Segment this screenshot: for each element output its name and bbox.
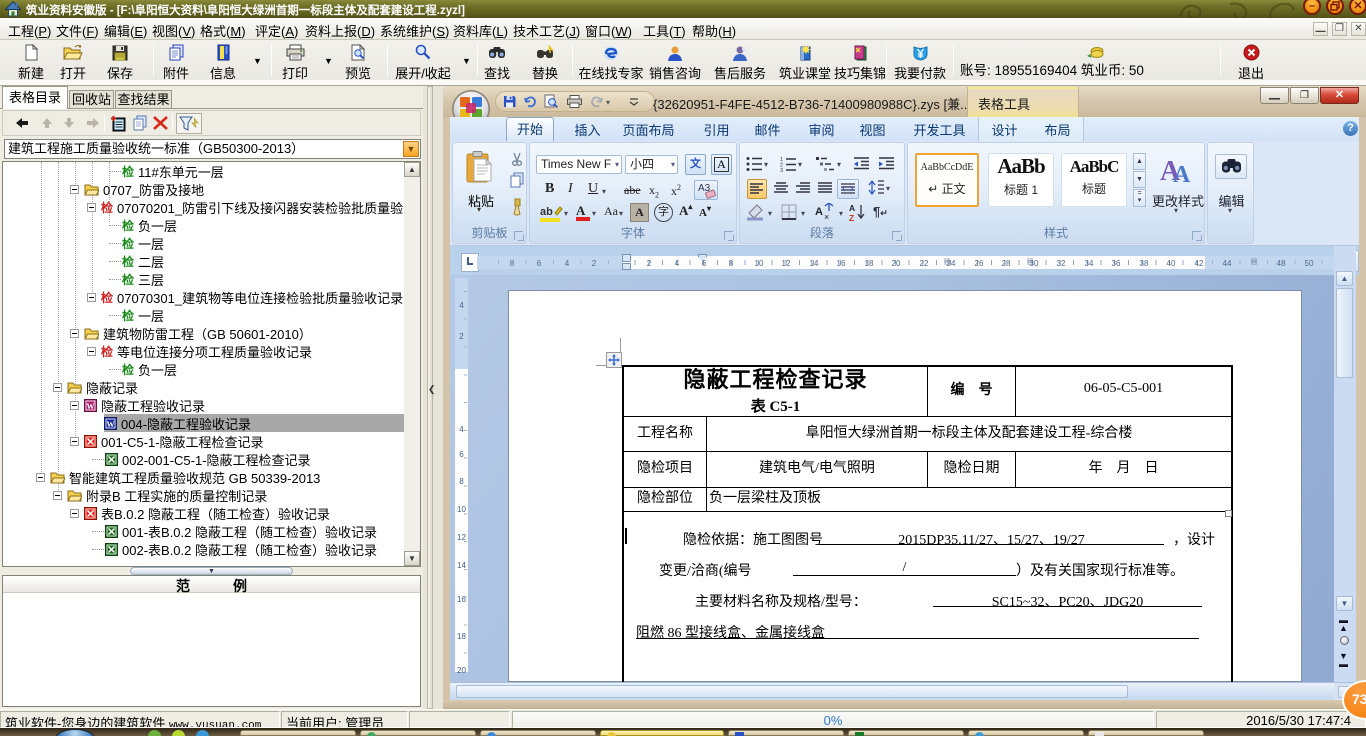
svg-text:Z: Z — [849, 213, 854, 222]
svg-text:3: 3 — [780, 168, 783, 172]
svg-text:A: A — [849, 203, 855, 213]
svg-text:A: A — [1173, 162, 1191, 184]
svg-text:×: × — [824, 212, 829, 222]
svg-text:W: W — [107, 420, 115, 429]
svg-text:W: W — [87, 402, 95, 411]
svg-text:A: A — [815, 206, 823, 218]
